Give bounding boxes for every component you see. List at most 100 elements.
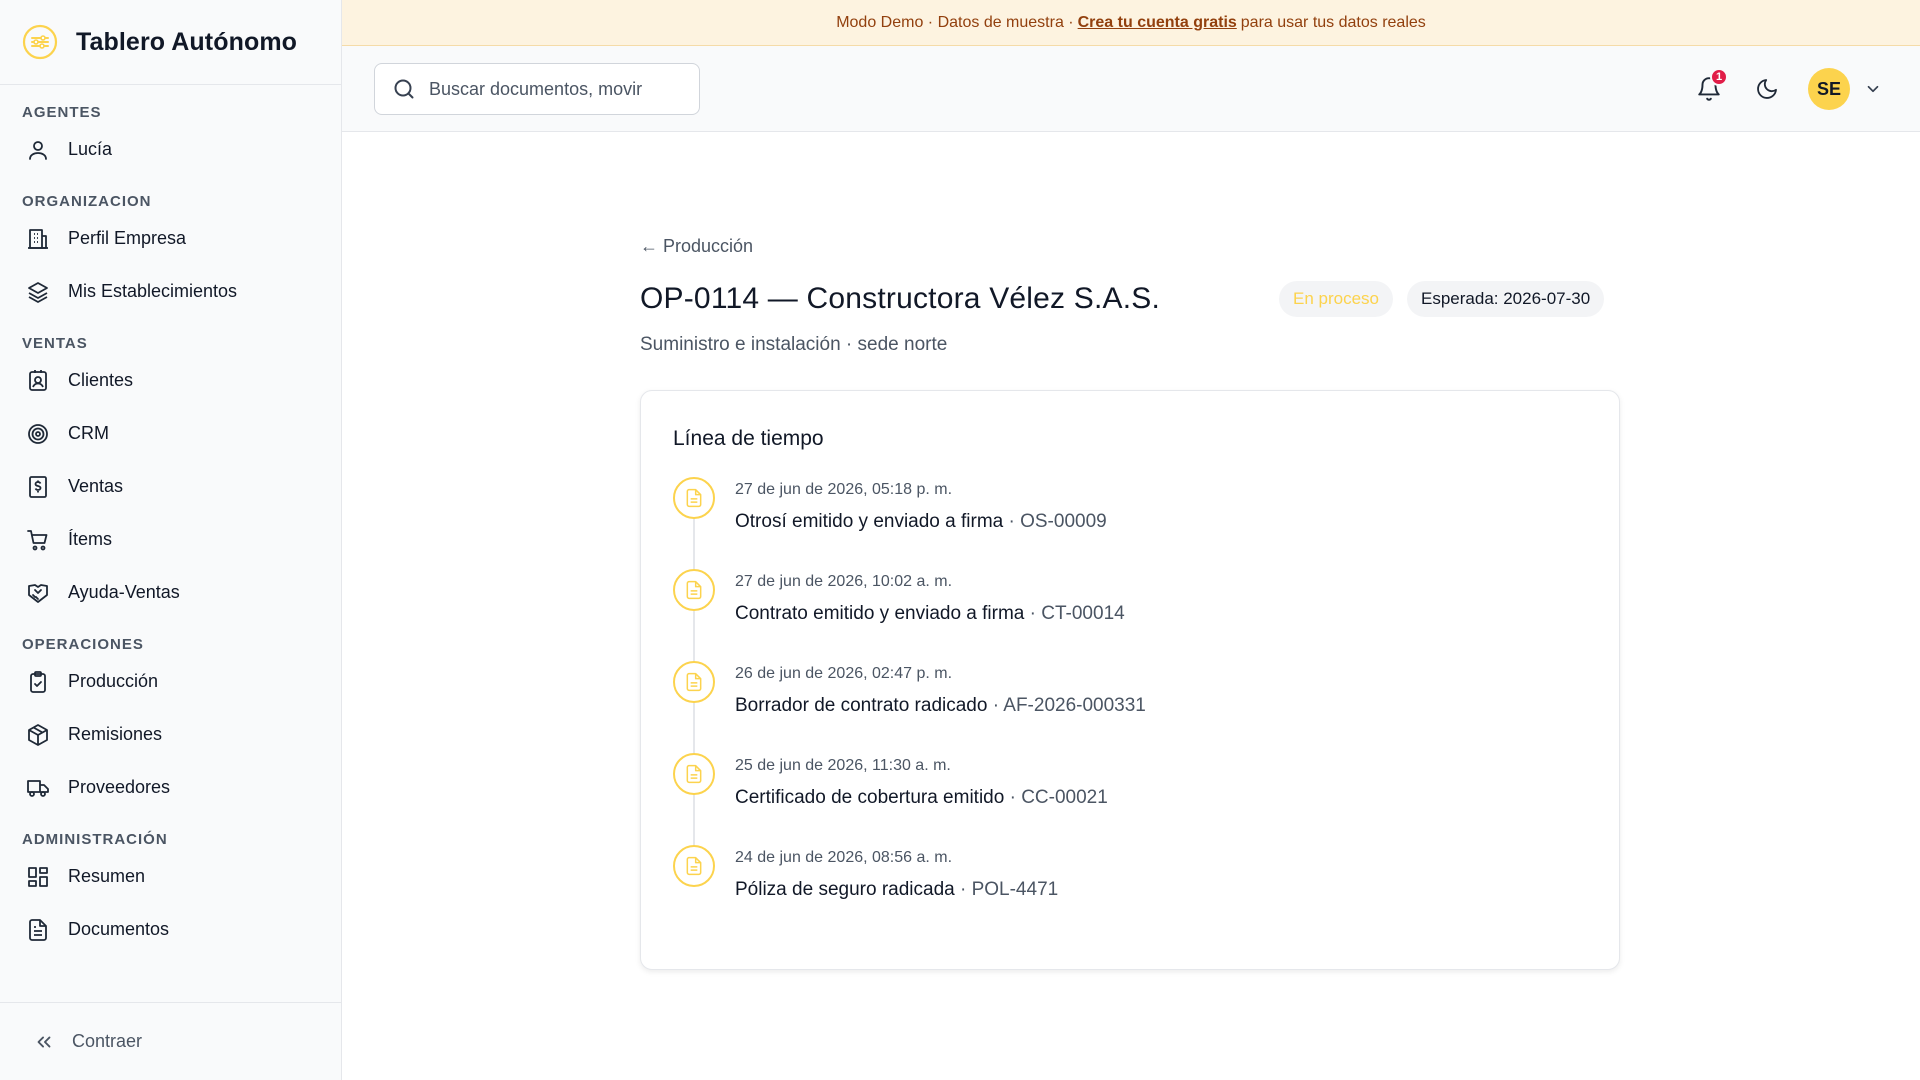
sidebar-item-label: Proveedores <box>68 777 171 797</box>
sidebar-nav: AGENTES Lucía ORGANIZACION Perfil Empres… <box>0 85 341 956</box>
timeline-event-ref: · OS-00009 <box>1008 511 1107 532</box>
theme-toggle-button[interactable] <box>1750 72 1784 106</box>
timeline-event-ref: · CT-00014 <box>1029 603 1125 624</box>
timeline-event-description: Otrosí emitido y enviado a firma <box>735 511 1004 532</box>
demo-banner: Modo Demo · Datos de muestra · Crea tu c… <box>342 0 1920 46</box>
sidebar-item-produccion[interactable]: Producción <box>0 655 341 708</box>
search-icon <box>391 76 417 102</box>
create-account-link[interactable]: Crea tu cuenta gratis <box>1078 14 1237 32</box>
chevron-down-icon[interactable] <box>1862 78 1884 100</box>
sidebar-item-documentos[interactable]: Documentos <box>0 903 341 956</box>
section-label-administracion: ADMINISTRACIÓN <box>22 831 168 848</box>
timeline-event-ref: · POL-4471 <box>959 879 1059 900</box>
timeline-event-date: 26 de jun de 2026, 02:47 p. m. <box>735 665 953 682</box>
building-icon <box>24 225 52 253</box>
document-icon <box>673 753 715 795</box>
sidebar-item-label: Clientes <box>68 370 134 390</box>
sidebar-item-label: Ayuda-Ventas <box>68 582 180 602</box>
sidebar-item-remisiones[interactable]: Remisiones <box>0 708 341 761</box>
sidebar-item-label: Perfil Empresa <box>68 228 187 248</box>
avatar[interactable]: SE <box>1808 68 1850 110</box>
collapse-label: Contraer <box>72 1031 143 1051</box>
sidebar-item-label: Resumen <box>68 866 146 886</box>
sidebar-item-label: Ítems <box>68 529 113 549</box>
sidebar-item-ayuda-ventas[interactable]: Ayuda-Ventas <box>0 566 341 619</box>
chevrons-left-icon <box>30 1028 58 1056</box>
topbar: 1 SE <box>342 46 1920 132</box>
section-label-ventas: VENTAS <box>22 335 88 352</box>
sidebar-item-label: Mis Establecimientos <box>68 281 238 301</box>
collapse-sidebar-button[interactable]: Contraer <box>0 1002 342 1080</box>
timeline-event-description: Contrato emitido y enviado a firma <box>735 603 1025 624</box>
sidebar-item-label: CRM <box>68 423 109 443</box>
page-title: OP-0114 — Constructora Vélez S.A.S. <box>640 282 1161 315</box>
timeline-event: 24 de jun de 2026, 08:56 a. m. Póliza de… <box>673 845 1573 937</box>
search-box[interactable] <box>374 63 700 115</box>
expected-date-badge: Esperada: 2026-07-30 <box>1407 281 1605 317</box>
sidebar-item-items[interactable]: Ítems <box>0 513 341 566</box>
handshake-icon <box>24 579 52 607</box>
timeline-event-ref: · AF-2026-000331 <box>992 695 1146 716</box>
sidebar-item-ventas[interactable]: Ventas <box>0 460 341 513</box>
section-label-organizacion: ORGANIZACION <box>22 193 152 210</box>
timeline-event-date: 27 de jun de 2026, 10:02 a. m. <box>735 573 953 590</box>
sidebar-item-proveedores[interactable]: Proveedores <box>0 761 341 814</box>
timeline-event-text: Certificado de cobertura emitido · CC-00… <box>735 787 1108 809</box>
timeline-event: 27 de jun de 2026, 10:02 a. m. Contrato … <box>673 569 1573 661</box>
package-icon <box>24 721 52 749</box>
sidebar-item-label: Producción <box>68 671 159 691</box>
document-icon <box>673 477 715 519</box>
status-badge: En proceso <box>1279 281 1393 317</box>
page-subtitle: Suministro e instalación · sede norte <box>640 334 948 355</box>
timeline-event-date: 27 de jun de 2026, 05:18 p. m. <box>735 481 953 498</box>
sidebar-item-label: Remisiones <box>68 724 163 744</box>
timeline-event: 25 de jun de 2026, 11:30 a. m. Certifica… <box>673 753 1573 845</box>
brand[interactable]: Tablero Autónomo <box>0 0 341 85</box>
section-label-agentes: AGENTES <box>22 104 102 121</box>
moon-icon <box>1757 79 1777 99</box>
sidebar-item-clientes[interactable]: Clientes <box>0 354 341 407</box>
document-icon <box>673 845 715 887</box>
document-icon <box>24 916 52 944</box>
timeline-event-text: Otrosí emitido y enviado a firma · OS-00… <box>735 511 1107 533</box>
timeline-event-description: Póliza de seguro radicada <box>735 879 955 900</box>
user-icon <box>24 136 52 164</box>
timeline-event-date: 24 de jun de 2026, 08:56 a. m. <box>735 849 953 866</box>
sidebar-item-resumen[interactable]: Resumen <box>0 850 341 903</box>
timeline-event-description: Certificado de cobertura emitido <box>735 787 1005 808</box>
main-content: ← Producción OP-0114 — Constructora Véle… <box>342 132 1920 1080</box>
timeline-event-text: Borrador de contrato radicado · AF-2026-… <box>735 695 1146 717</box>
dashboard-icon <box>24 863 52 891</box>
layers-icon <box>24 278 52 306</box>
timeline-event-text: Póliza de seguro radicada · POL-4471 <box>735 879 1058 901</box>
sidebar-item-mis-establecimientos[interactable]: Mis Establecimientos <box>0 265 341 318</box>
document-icon <box>673 661 715 703</box>
search-input[interactable] <box>429 78 679 100</box>
sidebar-item-crm[interactable]: CRM <box>0 407 341 460</box>
sidebar-item-label: Lucía <box>68 139 113 159</box>
banner-suffix: para usar tus datos reales <box>1240 13 1426 31</box>
contact-icon <box>24 367 52 395</box>
notifications-badge: 1 <box>1710 68 1728 86</box>
truck-icon <box>24 774 52 802</box>
sidebar: Tablero Autónomo AGENTES Lucía ORGANIZAC… <box>0 0 342 1080</box>
document-icon <box>673 569 715 611</box>
timeline-event-ref: · CC-00021 <box>1009 787 1108 808</box>
timeline-event-text: Contrato emitido y enviado a firma · CT-… <box>735 603 1125 625</box>
target-icon <box>24 420 52 448</box>
timeline: 27 de jun de 2026, 05:18 p. m. Otrosí em… <box>673 477 1573 937</box>
timeline-card: Línea de tiempo 27 de jun de 2026, 05:18… <box>640 390 1620 970</box>
sidebar-item-label: Ventas <box>68 476 124 496</box>
logo-icon <box>22 24 58 60</box>
timeline-event: 26 de jun de 2026, 02:47 p. m. Borrador … <box>673 661 1573 753</box>
cart-icon <box>24 526 52 554</box>
timeline-title: Línea de tiempo <box>673 427 824 450</box>
sidebar-item-perfil-empresa[interactable]: Perfil Empresa <box>0 212 341 265</box>
back-link[interactable]: ← Producción <box>640 236 753 257</box>
timeline-event-description: Borrador de contrato radicado <box>735 695 988 716</box>
sidebar-item-label: Documentos <box>68 919 170 939</box>
clipboard-check-icon <box>24 668 52 696</box>
receipt-icon <box>24 473 52 501</box>
sidebar-item-lucia[interactable]: Lucía <box>0 123 341 176</box>
app-title: Tablero Autónomo <box>76 27 298 56</box>
